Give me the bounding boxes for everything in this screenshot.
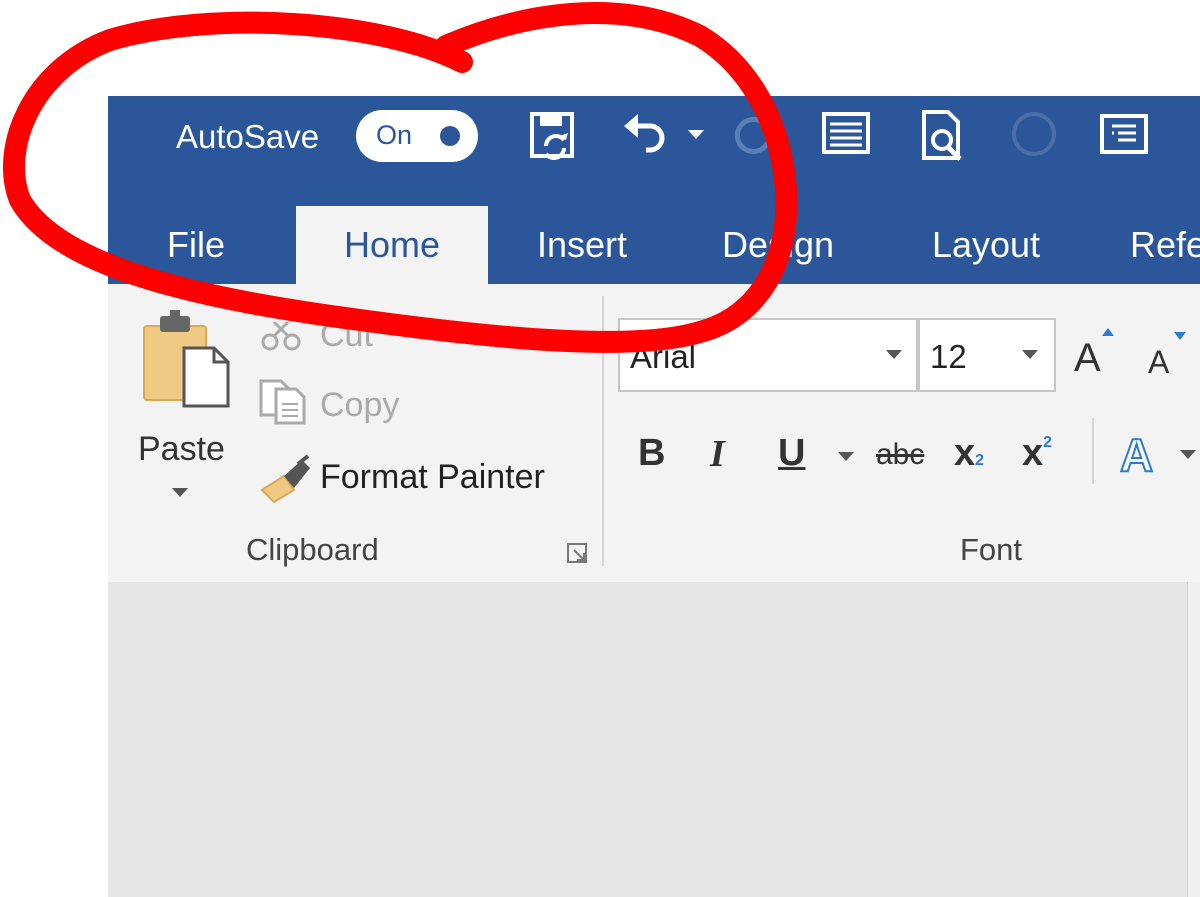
document-canvas[interactable] <box>108 582 1200 897</box>
group-divider <box>602 296 604 566</box>
text-effects-button[interactable]: A <box>1119 428 1154 482</box>
subscript-button[interactable]: x2 <box>954 432 984 475</box>
tab-home[interactable]: Home <box>296 206 488 284</box>
font-size-dropdown[interactable]: 12 <box>918 318 1056 392</box>
undo-dropdown-icon[interactable] <box>688 130 704 139</box>
grow-font-button[interactable]: A <box>1074 336 1101 381</box>
copy-icon[interactable] <box>258 378 308 426</box>
paste-label[interactable]: Paste <box>138 430 225 469</box>
tab-file[interactable]: File <box>138 206 254 284</box>
circle-icon[interactable] <box>1010 108 1062 160</box>
superscript-marker: 2 <box>1043 434 1053 451</box>
cut-icon[interactable] <box>260 322 306 352</box>
read-mode-icon[interactable] <box>1098 108 1150 160</box>
format-painter-icon[interactable] <box>258 454 314 504</box>
font-size-value: 12 <box>930 338 967 375</box>
cut-label[interactable]: Cut <box>320 316 373 355</box>
word-window: AutoSave On File Home Insert Design Layo… <box>108 96 1200 897</box>
print-preview-icon[interactable] <box>918 108 970 164</box>
print-layout-icon[interactable] <box>820 108 872 160</box>
redo-icon[interactable] <box>732 108 776 160</box>
bold-button[interactable]: B <box>638 432 665 475</box>
italic-button[interactable]: I <box>710 432 725 476</box>
tab-references[interactable]: Refe <box>1130 206 1200 284</box>
text-effects-dropdown-icon[interactable] <box>1180 450 1196 459</box>
undo-icon[interactable] <box>620 108 670 160</box>
copy-label[interactable]: Copy <box>320 386 399 425</box>
autosave-toggle[interactable]: On <box>356 110 478 162</box>
subscript-marker: 2 <box>975 452 985 469</box>
toggle-knob <box>440 126 460 146</box>
underline-button[interactable]: U <box>778 432 805 475</box>
font-name-dropdown[interactable]: Arial <box>618 318 918 392</box>
save-sync-icon[interactable] <box>526 108 580 164</box>
vertical-scrollbar[interactable] <box>1187 582 1200 897</box>
subscript-base: x <box>954 432 976 474</box>
paste-icon[interactable] <box>142 310 236 410</box>
strikethrough-button[interactable]: abc <box>876 438 924 472</box>
autosave-label: AutoSave <box>176 118 320 155</box>
font-name-value: Arial <box>630 338 697 375</box>
paste-dropdown-icon[interactable] <box>172 488 188 497</box>
chevron-down-icon <box>886 350 902 359</box>
superscript-base: x <box>1022 432 1044 474</box>
font-group-label: Font <box>960 532 1023 567</box>
grow-arrow-icon <box>1102 328 1114 336</box>
dialog-launcher-icon[interactable] <box>566 542 588 564</box>
tab-design[interactable]: Design <box>702 206 854 284</box>
quick-access-toolbar: AutoSave On <box>108 96 1200 192</box>
autosave-state: On <box>376 120 413 150</box>
shrink-arrow-icon <box>1174 332 1186 340</box>
tab-insert[interactable]: Insert <box>512 206 652 284</box>
shrink-font-button[interactable]: A <box>1148 344 1169 381</box>
superscript-button[interactable]: x2 <box>1022 432 1052 475</box>
format-painter-label[interactable]: Format Painter <box>320 458 545 497</box>
tab-layout[interactable]: Layout <box>908 206 1064 284</box>
underline-dropdown-icon[interactable] <box>838 452 854 461</box>
ribbon-tabs: File Home Insert Design Layout Refe <box>108 192 1200 284</box>
font-divider <box>1092 418 1094 484</box>
clipboard-group-label: Clipboard <box>246 532 379 567</box>
chevron-down-icon <box>1022 350 1038 359</box>
